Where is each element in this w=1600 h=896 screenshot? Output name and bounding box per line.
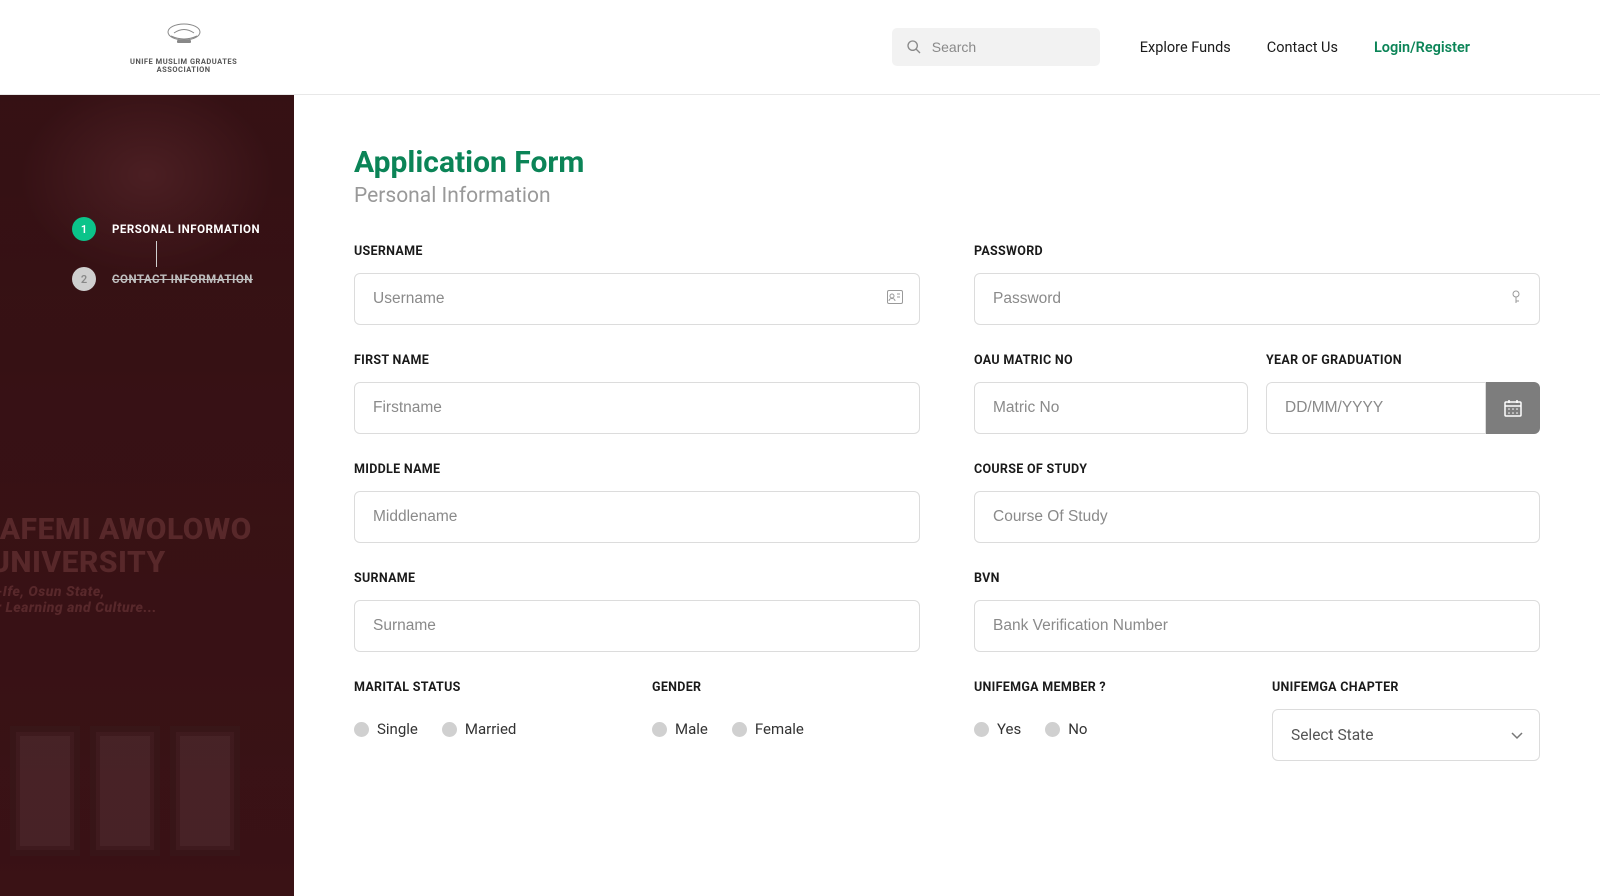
step-number-1: 1 <box>72 217 96 241</box>
label-surname: SURNAME <box>354 571 920 586</box>
contact-card-icon <box>887 290 903 308</box>
sidebar-bg-text: BAFEMI AWOLOWO <box>0 512 294 547</box>
label-middlename: MIDDLE NAME <box>354 462 920 477</box>
step-label: PERSONAL INFORMATION <box>112 222 260 236</box>
label-unifemga-chapter: UNIFEMGA CHAPTER <box>1272 680 1540 695</box>
step-label: CONTACT INFORMATION <box>112 272 253 286</box>
chapter-select-value: Select State <box>1291 726 1373 744</box>
nav-explore-funds[interactable]: Explore Funds <box>1140 39 1231 56</box>
course-of-study-input[interactable] <box>993 492 1521 542</box>
page-title: Application Form <box>354 145 1540 180</box>
graduation-year-input[interactable] <box>1285 383 1467 433</box>
surname-input[interactable] <box>373 601 901 651</box>
nav-contact-us[interactable]: Contact Us <box>1267 39 1338 56</box>
header: UNIFE MUSLIM GRADUATES ASSOCIATION Explo… <box>0 0 1600 95</box>
radio-female[interactable]: Female <box>732 720 804 738</box>
radio-male[interactable]: Male <box>652 720 708 738</box>
matric-no-input[interactable] <box>993 383 1229 433</box>
radio-single[interactable]: Single <box>354 720 418 738</box>
label-marital-status: MARITAL STATUS <box>354 680 622 695</box>
sidebar-bg-text: Ile-Ife, Osun State, <box>0 584 294 600</box>
label-course-of-study: COURSE OF STUDY <box>974 462 1540 477</box>
bvn-input[interactable] <box>993 601 1521 651</box>
search-icon <box>906 39 922 55</box>
radio-married[interactable]: Married <box>442 720 516 738</box>
label-firstname: FIRST NAME <box>354 353 920 368</box>
sidebar: BAFEMI AWOLOWO UNIVERSITY Ile-Ife, Osun … <box>0 95 294 896</box>
key-icon <box>1509 290 1523 308</box>
step-contact-information[interactable]: 2 CONTACT INFORMATION <box>72 267 294 291</box>
sidebar-bg-text: For Learning and Culture... <box>0 600 294 616</box>
nav-links: Explore Funds Contact Us Login/Register <box>1140 39 1470 56</box>
logo-icon <box>159 20 209 55</box>
firstname-input[interactable] <box>373 383 901 433</box>
password-input[interactable] <box>993 274 1521 324</box>
calendar-icon <box>1503 398 1523 418</box>
sidebar-bg-text: UNIVERSITY <box>0 545 294 580</box>
username-input[interactable] <box>373 274 901 324</box>
chapter-select[interactable]: Select State <box>1272 709 1540 761</box>
page-subtitle: Personal Information <box>354 184 1540 208</box>
calendar-button[interactable] <box>1486 382 1540 434</box>
radio-member-no[interactable]: No <box>1045 720 1087 738</box>
search-input[interactable] <box>932 39 1086 55</box>
caret-down-icon <box>1511 726 1523 744</box>
label-password: PASSWORD <box>974 244 1540 259</box>
step-personal-information[interactable]: 1 PERSONAL INFORMATION <box>72 217 294 241</box>
radio-member-yes[interactable]: Yes <box>974 720 1021 738</box>
label-graduation-year: YEAR OF GRADUATION <box>1266 353 1540 368</box>
logo[interactable]: UNIFE MUSLIM GRADUATES ASSOCIATION <box>130 20 237 75</box>
label-matric-no: OAU MATRIC NO <box>974 353 1248 368</box>
logo-text-line2: ASSOCIATION <box>157 66 211 74</box>
label-username: USERNAME <box>354 244 920 259</box>
search-box[interactable] <box>892 28 1100 66</box>
middlename-input[interactable] <box>373 492 901 542</box>
nav-login-register[interactable]: Login/Register <box>1374 39 1470 56</box>
form-area: Application Form Personal Information US… <box>294 95 1600 896</box>
label-bvn: BVN <box>974 571 1540 586</box>
label-gender: GENDER <box>652 680 920 695</box>
step-number-2: 2 <box>72 267 96 291</box>
label-unifemga-member: UNIFEMGA MEMBER ? <box>974 680 1242 695</box>
